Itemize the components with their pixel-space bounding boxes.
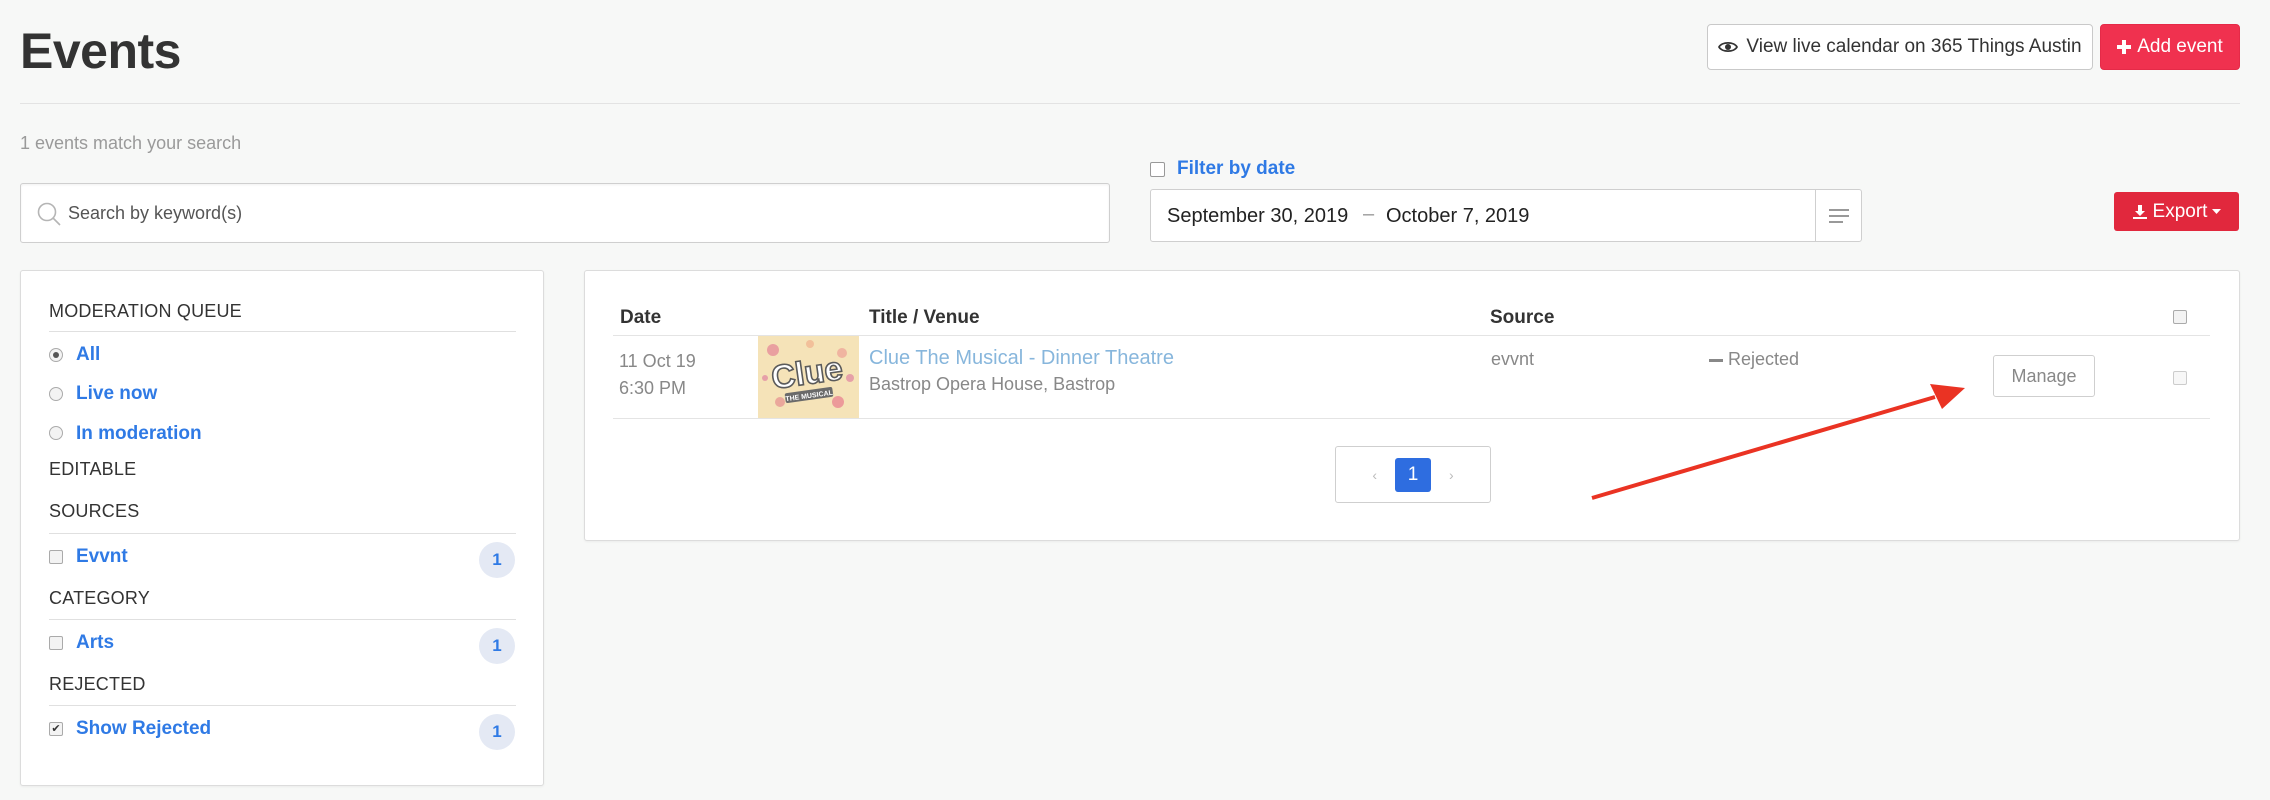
moderation-option-all[interactable]: All bbox=[76, 344, 100, 366]
show-rejected-link[interactable]: Show Rejected bbox=[76, 718, 211, 740]
moderation-queue-heading: MODERATION QUEUE bbox=[49, 301, 242, 321]
source-evvnt-link[interactable]: Evvnt bbox=[76, 546, 128, 568]
sources-heading: SOURCES bbox=[49, 501, 140, 521]
date-range-end[interactable]: October 7, 2019 bbox=[1386, 205, 1529, 228]
moderation-all-radio[interactable] bbox=[49, 348, 63, 362]
column-header-title-venue[interactable]: Title / Venue bbox=[869, 307, 980, 329]
category-arts-checkbox[interactable] bbox=[49, 636, 63, 650]
results-count: 1 events match your search bbox=[20, 133, 242, 153]
download-icon bbox=[2132, 204, 2147, 219]
view-live-calendar-label: View live calendar on 365 Things Austin bbox=[1746, 36, 2082, 57]
column-header-source[interactable]: Source bbox=[1490, 307, 1554, 329]
status-badge: Rejected bbox=[1728, 349, 1800, 369]
pagination-prev[interactable]: ‹ bbox=[1372, 467, 1377, 483]
moderation-live-now-radio[interactable] bbox=[49, 387, 63, 401]
event-date-time: 6:30 PM bbox=[619, 378, 687, 398]
page-title: Events bbox=[20, 23, 181, 79]
filter-by-date-label[interactable]: Filter by date bbox=[1177, 158, 1295, 180]
event-thumbnail-art: Clue THE MUSICAL bbox=[758, 336, 859, 418]
date-range-menu-icon[interactable] bbox=[1815, 190, 1861, 241]
results-panel: Date Title / Venue Source 11 Oct 19 6:30… bbox=[584, 270, 2240, 541]
sidebar-divider bbox=[49, 619, 516, 620]
category-arts-count-badge: 1 bbox=[479, 628, 515, 664]
filter-by-date-checkbox[interactable] bbox=[1150, 162, 1165, 177]
status-dash-icon bbox=[1709, 359, 1723, 362]
moderation-in-moderation-radio[interactable] bbox=[49, 426, 63, 440]
pagination: ‹ 1 › bbox=[1335, 446, 1491, 503]
event-title-link[interactable]: Clue The Musical - Dinner Theatre bbox=[869, 347, 1174, 370]
date-range-start[interactable]: September 30, 2019 bbox=[1167, 205, 1348, 228]
add-event-button[interactable]: Add event bbox=[2100, 24, 2240, 70]
event-venue: Bastrop Opera House, Bastrop bbox=[869, 374, 1116, 394]
filter-sidebar: MODERATION QUEUE All Live now In moderat… bbox=[20, 270, 544, 786]
category-heading: CATEGORY bbox=[49, 588, 150, 608]
moderation-option-in-moderation[interactable]: In moderation bbox=[76, 423, 202, 445]
date-range-separator: – bbox=[1363, 203, 1375, 225]
event-date: 11 Oct 19 6:30 PM bbox=[619, 348, 696, 402]
export-button[interactable]: Export bbox=[2114, 192, 2239, 231]
view-live-calendar-button[interactable]: View live calendar on 365 Things Austin bbox=[1707, 24, 2093, 70]
date-range-picker[interactable]: September 30, 2019 – October 7, 2019 bbox=[1150, 189, 1862, 242]
column-header-date[interactable]: Date bbox=[620, 307, 661, 329]
export-label: Export bbox=[2152, 200, 2208, 222]
moderation-option-live-now[interactable]: Live now bbox=[76, 383, 157, 405]
header-divider bbox=[20, 103, 2240, 104]
manage-button[interactable]: Manage bbox=[1993, 355, 2095, 397]
event-date-day: 11 Oct 19 bbox=[619, 351, 696, 371]
rejected-heading: REJECTED bbox=[49, 674, 146, 694]
source-evvnt-count-badge: 1 bbox=[479, 542, 515, 578]
add-event-label: Add event bbox=[2137, 36, 2223, 57]
caret-down-icon bbox=[2212, 208, 2222, 214]
show-rejected-count-badge: 1 bbox=[479, 714, 515, 750]
search-input[interactable] bbox=[68, 184, 1068, 242]
source-evvnt-checkbox[interactable] bbox=[49, 550, 63, 564]
pagination-next[interactable]: › bbox=[1449, 467, 1454, 483]
sidebar-divider bbox=[49, 705, 516, 706]
sidebar-divider bbox=[49, 533, 516, 534]
sidebar-divider bbox=[49, 331, 516, 332]
row-select-checkbox[interactable] bbox=[2173, 371, 2187, 385]
search-box[interactable] bbox=[20, 183, 1110, 243]
select-all-checkbox[interactable] bbox=[2173, 310, 2187, 324]
category-arts-link[interactable]: Arts bbox=[76, 632, 114, 654]
search-icon bbox=[37, 202, 61, 226]
plus-icon bbox=[2117, 40, 2132, 54]
show-rejected-checkbox[interactable]: ✔ bbox=[49, 722, 63, 736]
eye-icon bbox=[1718, 41, 1739, 53]
table-row[interactable]: 11 Oct 19 6:30 PM Clue THE MUSICAL Clue … bbox=[613, 335, 2210, 419]
pagination-page-1[interactable]: 1 bbox=[1395, 457, 1431, 492]
event-source: evvnt bbox=[1491, 349, 1535, 369]
event-thumbnail[interactable]: Clue THE MUSICAL bbox=[758, 336, 859, 418]
editable-heading: EDITABLE bbox=[49, 459, 137, 479]
